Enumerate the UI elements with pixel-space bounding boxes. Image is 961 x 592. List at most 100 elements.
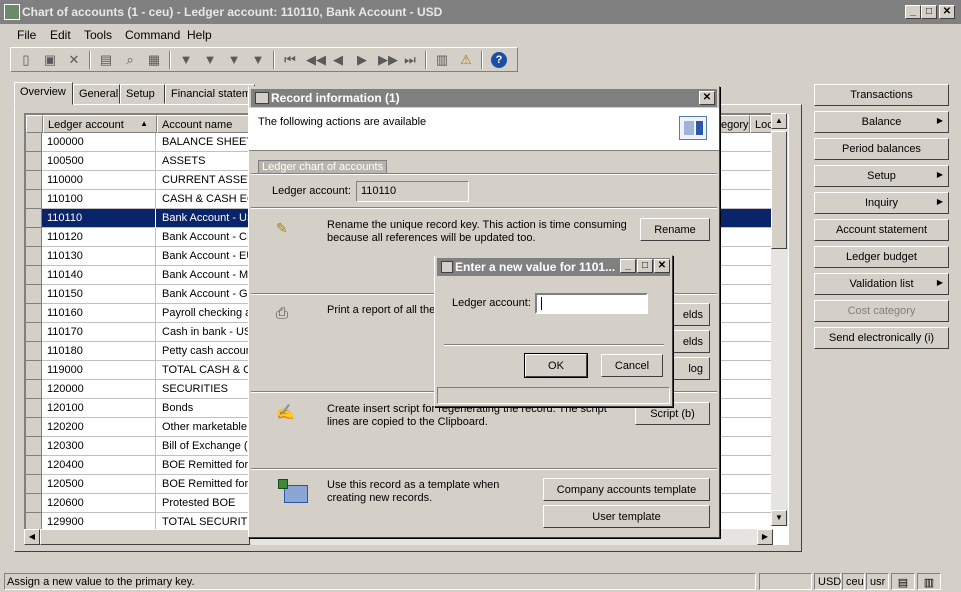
account-statement-button[interactable]: Account statement — [814, 219, 949, 241]
help-icon[interactable]: ? — [491, 52, 507, 68]
row-selector[interactable] — [26, 361, 42, 380]
window-title-bar[interactable]: Chart of accounts (1 - ceu) - Ledger acc… — [0, 0, 961, 24]
row-selector[interactable] — [26, 133, 42, 152]
row-selector[interactable] — [26, 323, 42, 342]
row-selector[interactable] — [26, 342, 42, 361]
ledger-account-cell[interactable]: 119000 — [43, 361, 156, 380]
rename-button[interactable]: Rename — [640, 218, 710, 241]
account-name-cell[interactable]: CURRENT ASSETS — [157, 171, 257, 190]
ledger-account-cell[interactable]: 110150 — [43, 285, 156, 304]
column-header-ledger-account[interactable]: Ledger account ▲ — [43, 115, 157, 133]
new-value-maximize-button[interactable]: □ — [637, 259, 653, 273]
row-selector[interactable] — [26, 209, 42, 228]
company-accounts-template-button[interactable]: Company accounts template — [543, 478, 710, 501]
inquiry-button[interactable]: Inquiry ▶ — [814, 192, 949, 214]
last-record-icon[interactable]: ⏭ — [402, 52, 418, 68]
row-selector[interactable] — [26, 152, 42, 171]
ledger-account-cell[interactable]: 120100 — [43, 399, 156, 418]
column-header-category[interactable]: egory — [716, 115, 750, 133]
remove-filter-icon[interactable]: ▼ — [250, 52, 266, 68]
print-icon[interactable]: ▤ — [98, 52, 114, 68]
print-preview-icon[interactable]: ⌕ — [122, 52, 138, 68]
ledger-account-cell[interactable]: 120000 — [43, 380, 156, 399]
dialog-close-button[interactable]: ✕ — [699, 91, 715, 105]
row-selector[interactable] — [26, 456, 42, 475]
status-print-icon[interactable]: ▤ — [891, 573, 915, 590]
ledger-account-cell[interactable]: 110110 — [43, 209, 156, 228]
row-selector[interactable] — [26, 171, 42, 190]
account-name-cell[interactable]: Bill of Exchange (B — [157, 437, 257, 456]
next-record-icon[interactable]: ▶ — [354, 52, 370, 68]
row-selector[interactable] — [26, 437, 42, 456]
scroll-up-icon[interactable]: ▲ — [771, 113, 787, 129]
ledger-account-cell[interactable]: 110170 — [43, 323, 156, 342]
row-selector[interactable] — [26, 228, 42, 247]
setup-button[interactable]: Setup ▶ — [814, 165, 949, 187]
status-currency[interactable]: USD — [814, 573, 841, 590]
user-template-button[interactable]: User template — [543, 505, 710, 528]
hscroll-thumb[interactable] — [40, 529, 250, 545]
menu-tools[interactable]: Tools — [84, 28, 112, 42]
ledger-account-cell[interactable]: 110120 — [43, 228, 156, 247]
account-name-cell[interactable]: BOE Remitted for — [157, 456, 257, 475]
ok-button[interactable]: OK — [524, 353, 588, 378]
status-company[interactable]: ceu — [842, 573, 865, 590]
account-name-cell[interactable]: TOTAL CASH & CA — [157, 361, 257, 380]
grid-vertical-scrollbar[interactable]: ▲ ▼ — [771, 113, 788, 526]
close-button[interactable]: ✕ — [939, 5, 955, 19]
row-selector[interactable] — [26, 418, 42, 437]
ledger-account-cell[interactable]: 120600 — [43, 494, 156, 513]
ledger-account-cell[interactable]: 100500 — [43, 152, 156, 171]
delete-icon[interactable]: ✕ — [66, 52, 82, 68]
tab-overview[interactable]: Overview — [14, 82, 73, 105]
menu-file[interactable]: File — [17, 28, 36, 42]
ledger-account-cell[interactable]: 110000 — [43, 171, 156, 190]
tab-setup[interactable]: Setup — [120, 84, 165, 104]
ledger-account-cell[interactable]: 100000 — [43, 133, 156, 152]
account-name-cell[interactable]: Cash in bank - US — [157, 323, 257, 342]
scroll-right-icon[interactable]: ▶ — [757, 529, 773, 545]
account-name-cell[interactable]: CASH & CASH EQU — [157, 190, 257, 209]
ledger-budget-button[interactable]: Ledger budget — [814, 246, 949, 268]
new-value-close-button[interactable]: ✕ — [654, 259, 670, 273]
dialog-title-bar[interactable]: Record information (1) ✕ — [251, 89, 717, 107]
account-name-cell[interactable]: Other marketable — [157, 418, 257, 437]
account-name-cell[interactable]: BOE Remitted for — [157, 475, 257, 494]
validation-list-button[interactable]: Validation list ▶ — [814, 273, 949, 295]
ledger-account-cell[interactable]: 120500 — [43, 475, 156, 494]
account-name-cell[interactable]: Bank Account - MX — [157, 266, 257, 285]
period-balances-button[interactable]: Period balances — [814, 138, 949, 160]
column-header-lock[interactable]: Lock — [750, 115, 773, 133]
status-database-icon[interactable]: ▥ — [917, 573, 941, 590]
ledger-account-cell[interactable]: 110130 — [43, 247, 156, 266]
account-name-cell[interactable]: Protested BOE — [157, 494, 257, 513]
row-selector[interactable] — [26, 475, 42, 494]
first-record-icon[interactable]: ⏮ — [282, 52, 298, 68]
tab-financial-statements[interactable]: Financial statem — [165, 84, 255, 104]
balance-button[interactable]: Balance ▶ — [814, 111, 949, 133]
ledger-account-cell[interactable]: 120300 — [43, 437, 156, 456]
transactions-button[interactable]: Transactions — [814, 84, 949, 106]
account-name-cell[interactable]: Bank Account - EU — [157, 247, 257, 266]
row-selector[interactable] — [26, 399, 42, 418]
row-selector[interactable] — [26, 266, 42, 285]
menu-command[interactable]: Command — [125, 28, 180, 42]
row-selector[interactable] — [26, 190, 42, 209]
minimize-button[interactable]: _ — [905, 5, 921, 19]
menu-help[interactable]: Help — [187, 28, 212, 42]
account-name-cell[interactable]: SECURITIES — [157, 380, 257, 399]
ledger-account-cell[interactable]: 110180 — [43, 342, 156, 361]
ledger-account-cell[interactable]: 120400 — [43, 456, 156, 475]
account-name-cell[interactable]: Bank Account - CN — [157, 228, 257, 247]
next-page-icon[interactable]: ▶▶ — [378, 52, 398, 68]
ledger-account-cell[interactable]: 120200 — [43, 418, 156, 437]
new-ledger-account-input[interactable] — [535, 293, 648, 314]
previous-record-icon[interactable]: ◀ — [330, 52, 346, 68]
row-selector[interactable] — [26, 304, 42, 323]
row-selector[interactable] — [26, 285, 42, 304]
maximize-button[interactable]: □ — [921, 5, 937, 19]
scroll-thumb[interactable] — [771, 131, 787, 249]
send-electronically-button[interactable]: Send electronically (i) — [814, 327, 949, 349]
export-icon[interactable]: ▦ — [146, 52, 162, 68]
new-icon[interactable]: ▯ — [18, 52, 34, 68]
